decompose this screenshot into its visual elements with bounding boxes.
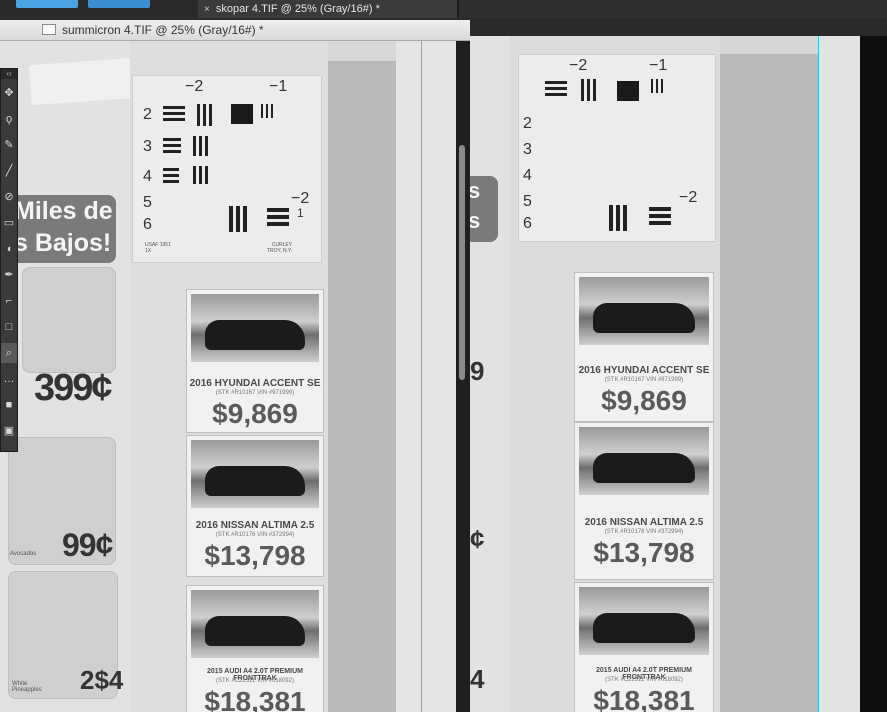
board-right — [818, 36, 860, 712]
chart2-hbars — [545, 81, 575, 99]
pen-tool-icon[interactable]: ✒ — [1, 265, 17, 285]
chart2-hbars-big — [649, 207, 673, 228]
summicron-canvas[interactable]: Miles de s Bajos! 399¢ Avocados 99¢ Whit… — [0, 41, 456, 712]
toolbox-collapse-button[interactable]: ‹‹ — [1, 69, 17, 79]
gray-panel — [328, 61, 396, 712]
car-card-2: 2016 NISSAN ALTIMA 2.5 (STK #R10176 VIN … — [186, 435, 324, 577]
flyer-price-2: 99¢ — [62, 527, 113, 563]
resolution-chart-2: −2 −1 2 3 4 5 6 −2 — [518, 54, 716, 242]
chart-hbars-large — [267, 208, 291, 229]
hand-tool-icon[interactable]: … — [1, 369, 17, 389]
chart2-square — [617, 81, 639, 101]
flyer-price-fragment-3: 4 — [470, 664, 485, 694]
chart-vbars-large — [229, 206, 250, 237]
chart2-bars-right — [651, 79, 666, 98]
tab-skopar-label: skopar 4.TIF @ 25% (Gray/16#) * — [215, 3, 380, 15]
chart-hbars — [163, 106, 187, 124]
car-card-1b: 2016 HYUNDAI ACCENT SE (STK #R10167 VIN … — [574, 272, 714, 422]
quickmask-tool-icon[interactable]: ▣ — [1, 421, 17, 441]
chart2-vbars-big — [609, 205, 630, 236]
tab-bar-empty — [458, 0, 887, 18]
tab-skopar[interactable]: × skopar 4.TIF @ 25% (Gray/16#) * — [198, 0, 458, 18]
chart-vbars — [197, 104, 215, 131]
flyer-price-3: 2$4 — [80, 665, 124, 695]
window-title-bar[interactable]: summicron 4.TIF @ 25% (Gray/16#) * — [0, 20, 470, 41]
chart-vbars-3 — [193, 166, 211, 189]
doc2-ruler-strip — [470, 18, 887, 36]
flyer-banner-fragment: ss — [470, 176, 498, 242]
document-icon — [42, 24, 56, 35]
gray-panel — [720, 54, 818, 712]
window-title: summicron 4.TIF @ 25% (Gray/16#) * — [62, 23, 264, 37]
chart-square — [231, 104, 253, 124]
top-button-1[interactable] — [16, 0, 78, 8]
crop-tool-icon[interactable]: ⌐ — [1, 291, 17, 311]
eraser-tool-icon[interactable]: ▭ — [1, 213, 17, 233]
top-button-2[interactable] — [88, 0, 150, 8]
flyer-price-1: 399¢ — [34, 367, 113, 409]
dodge-tool-icon[interactable]: ◖ — [1, 239, 17, 259]
dark-edge — [860, 36, 887, 712]
resolution-chart: −2 −1 2 3 4 5 6 −2 1 USAF 1951 1X CURLEY… — [132, 75, 322, 263]
chart2-vbars — [581, 79, 599, 106]
chart-vbars-2 — [193, 136, 211, 161]
brush-tool-icon[interactable]: ✎ — [1, 135, 17, 155]
flyer-price-fragment-2: ¢ — [470, 524, 485, 554]
vertical-scroll-thumb[interactable] — [459, 145, 465, 380]
watermelon-image — [22, 267, 116, 373]
move-tool-icon[interactable]: ✥ — [1, 83, 17, 103]
shape-tool-icon[interactable]: □ — [1, 317, 17, 337]
guide-line — [818, 36, 819, 712]
tab-close-icon[interactable]: × — [204, 4, 210, 15]
zoom-tool-icon[interactable]: ⌕ — [1, 343, 17, 363]
car-card-2b: 2016 NISSAN ALTIMA 2.5 (STK #R10176 VIN … — [574, 422, 714, 580]
chart-vbars-big — [227, 246, 234, 264]
line-tool-icon[interactable]: ╱ — [1, 161, 17, 181]
lasso-tool-icon[interactable]: ϙ — [1, 109, 17, 129]
guide-line — [421, 41, 422, 712]
chart-bars-right — [261, 104, 276, 123]
car-card-3: 2015 AUDI A4 2.0T PREMIUM FRONTTRAK (STK… — [186, 585, 324, 712]
toolbox: ‹‹ ✥ ϙ ✎ ╱ ⊘ ▭ ◖ ✒ ⌐ □ ⌕ … ■ ▣ — [0, 68, 18, 452]
chart-hbars-2 — [163, 138, 183, 156]
flyer-price-fragment-1: 9 — [470, 356, 485, 386]
car-card-1: 2016 HYUNDAI ACCENT SE (STK #R10167 VIN … — [186, 289, 324, 433]
color-swatch-icon[interactable]: ■ — [1, 395, 17, 415]
board-right — [396, 41, 456, 712]
clone-tool-icon[interactable]: ⊘ — [1, 187, 17, 207]
skopar-canvas[interactable]: ss 9 ¢ 4 −2 −1 2 3 4 5 6 −2 2016 HYUNDAI… — [470, 36, 887, 712]
chart-hbars-3 — [163, 168, 181, 186]
car-card-3b: 2015 AUDI A4 2.0T PREMIUM FRONTTRAK (STK… — [574, 582, 714, 712]
